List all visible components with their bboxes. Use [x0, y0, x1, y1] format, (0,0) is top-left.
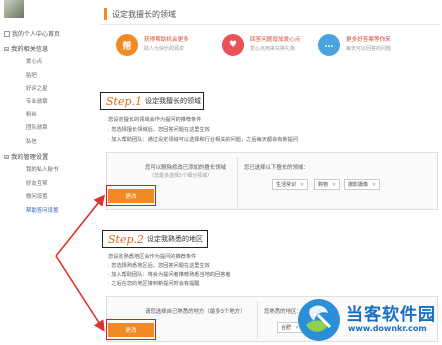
watermark-logo-icon: [298, 299, 340, 341]
watermark-title: 当客软件园: [346, 305, 436, 325]
watermark: 当客软件园 www.downkr.com: [296, 296, 442, 345]
watermark-url: www.downkr.com: [348, 324, 427, 333]
arrow-to-step1: [55, 194, 105, 257]
annotation-arrows: [55, 194, 105, 332]
arrow-to-step2: [55, 255, 105, 332]
